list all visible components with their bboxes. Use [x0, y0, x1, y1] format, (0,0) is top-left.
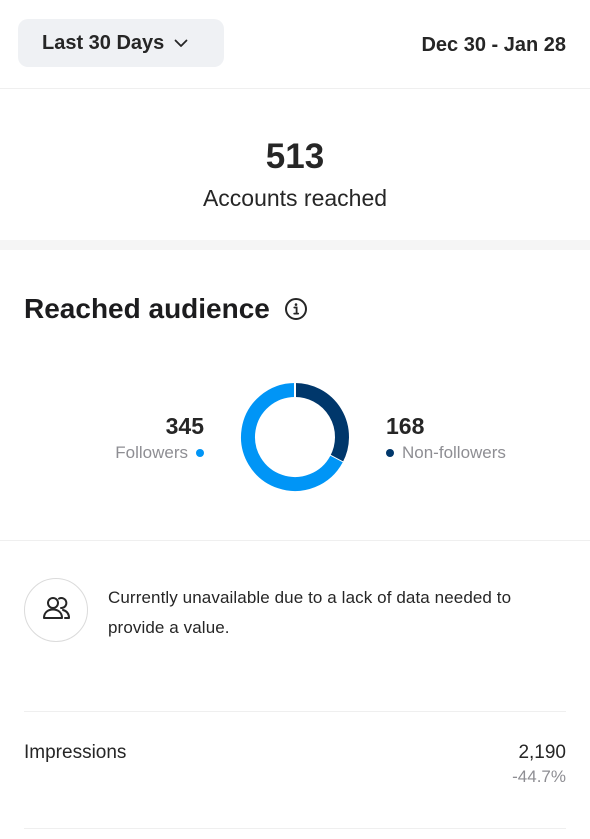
followers-legend-label: Followers	[115, 441, 204, 465]
reached-audience-title: Reached audience	[24, 293, 270, 324]
period-dropdown-button[interactable]: Last 30 Days	[18, 19, 224, 67]
unavailable-message: Currently unavailable due to a lack of d…	[108, 588, 512, 637]
divider	[24, 828, 566, 829]
non-followers-label: Non-followers	[402, 443, 506, 462]
date-range: Dec 30 - Jan 28	[421, 34, 566, 56]
people-icon-badge	[24, 578, 88, 642]
non-followers-count: 168	[386, 413, 425, 439]
chevron-down-icon	[173, 35, 189, 51]
impressions-label: Impressions	[24, 742, 127, 763]
reached-audience-heading: Reached audience	[24, 293, 308, 325]
info-icon[interactable]	[284, 297, 308, 321]
period-label: Last 30 Days	[42, 31, 165, 54]
audience-donut-chart	[241, 382, 349, 491]
followers-dot	[196, 449, 204, 457]
section-divider	[0, 240, 590, 250]
accounts-reached-label: Accounts reached	[202, 185, 388, 211]
divider	[24, 711, 566, 712]
impressions-value: 2,190	[518, 742, 566, 763]
accounts-reached-value: 513	[265, 137, 325, 176]
non-followers-legend: 168 Non-followers	[386, 413, 506, 465]
non-followers-dot	[386, 449, 394, 457]
impressions-change: -44.7%	[512, 767, 566, 786]
followers-legend: 345 Followers	[115, 413, 204, 465]
followers-count: 345	[165, 413, 204, 439]
divider	[0, 540, 590, 541]
non-followers-legend-label: Non-followers	[386, 441, 506, 465]
accounts-reached-section: 513 Accounts reached	[0, 89, 590, 240]
header-bar: Last 30 Days Dec 30 - Jan 28	[0, 0, 590, 89]
people-icon	[39, 591, 73, 630]
followers-label: Followers	[115, 443, 188, 462]
non-followers-slice	[294, 383, 349, 463]
